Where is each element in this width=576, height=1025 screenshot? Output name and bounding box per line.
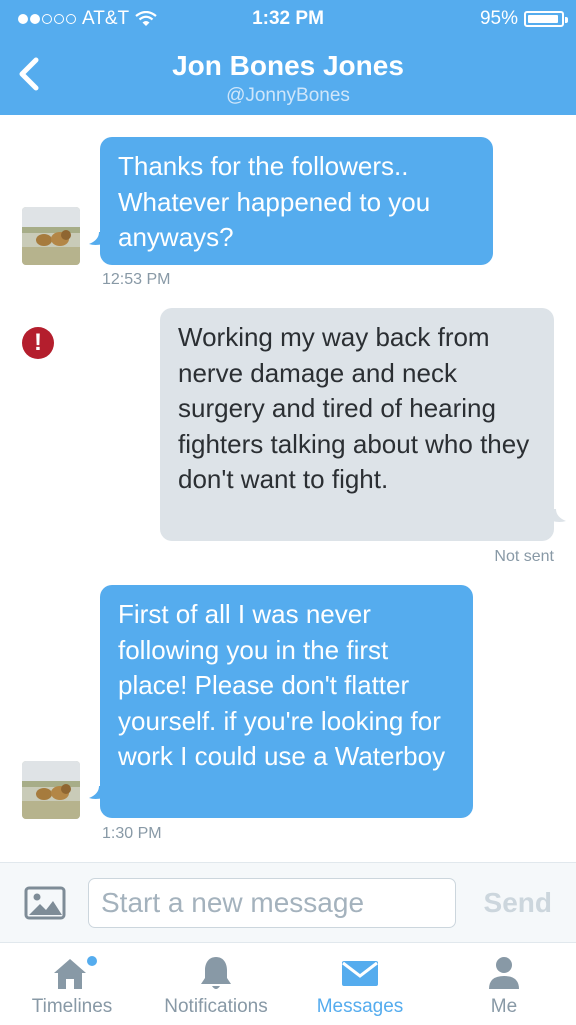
bell-icon: [201, 957, 231, 989]
conversation-title: Jon Bones Jones: [172, 50, 404, 81]
unread-dot: [87, 956, 97, 966]
bubble-tail: [89, 786, 103, 799]
status-bar: AT&T 1:32 PM 95%: [0, 6, 576, 34]
tab-messages[interactable]: Messages: [288, 943, 432, 1025]
message-bubble-incoming[interactable]: First of all I was never following you i…: [100, 585, 473, 818]
battery-percent: 95%: [479, 8, 518, 29]
message-bubble-incoming[interactable]: Thanks for the followers.. Whatever happ…: [100, 137, 493, 265]
tab-label: Messages: [316, 996, 404, 1017]
message-input[interactable]: [88, 878, 456, 928]
avatar[interactable]: [22, 207, 80, 265]
conversation-handle: @JonnyBones: [226, 85, 350, 106]
message-text: First of all I was never following you i…: [118, 599, 446, 771]
bubble-tail: [89, 232, 103, 245]
exclamation-icon[interactable]: !: [22, 327, 54, 359]
battery-status: 95%: [479, 8, 568, 30]
envelope-icon: [342, 961, 378, 986]
message-composer: Send: [0, 862, 576, 943]
message-timestamp: 1:30 PM: [102, 825, 162, 842]
tab-timelines[interactable]: Timelines: [0, 943, 144, 1025]
send-button[interactable]: Send: [484, 887, 552, 919]
tab-label: Me: [490, 996, 518, 1017]
person-icon: [489, 957, 519, 989]
tab-notifications[interactable]: Notifications: [144, 943, 288, 1025]
header: AT&T 1:32 PM 95% Jon Bones Jones @JonnyB…: [0, 0, 576, 115]
home-icon: [54, 956, 97, 989]
avatar[interactable]: [22, 761, 80, 819]
message-status: Not sent: [494, 548, 554, 565]
tab-bar: Timelines Notifications Messages Me: [0, 942, 576, 1025]
tab-label: Notifications: [164, 996, 268, 1017]
battery-icon: [524, 11, 568, 27]
tab-label: Timelines: [31, 996, 113, 1017]
message-timestamp: 12:53 PM: [102, 271, 171, 288]
tab-me[interactable]: Me: [432, 943, 576, 1025]
bubble-tail: [552, 509, 566, 522]
message-bubble-outgoing[interactable]: Working my way back from nerve damage an…: [160, 308, 554, 541]
message-text: Thanks for the followers.. Whatever happ…: [118, 151, 431, 252]
message-text: Working my way back from nerve damage an…: [178, 322, 530, 494]
photo-icon[interactable]: [24, 886, 66, 920]
